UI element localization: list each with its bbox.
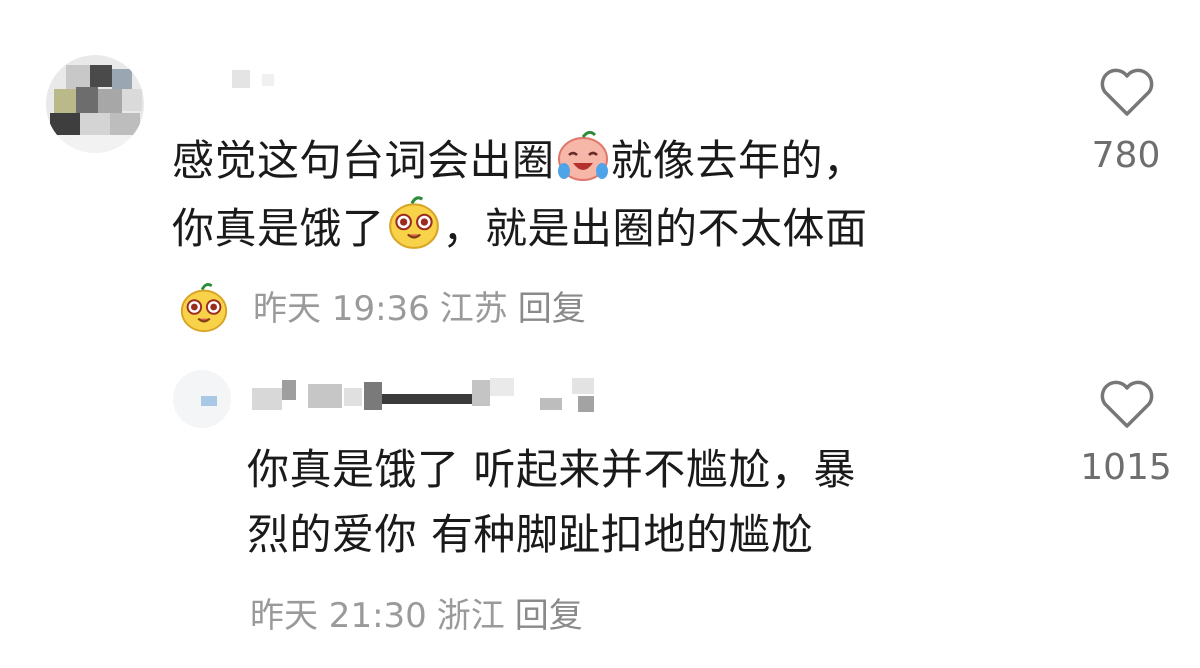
comment-time: 昨天 19:36 — [253, 289, 430, 329]
like-count: 1015 — [1080, 447, 1172, 488]
comment-location: 江苏 — [439, 289, 508, 329]
username-blurred[interactable] — [252, 378, 612, 412]
reply-button[interactable]: 回复 — [515, 596, 583, 636]
like-count: 780 — [1091, 135, 1161, 176]
username-blurred[interactable] — [232, 70, 342, 92]
avatar[interactable] — [46, 55, 144, 153]
comment-meta: 昨天 19:36 江苏 回复 — [177, 280, 596, 334]
comment-location: 浙江 — [436, 596, 505, 636]
avatar[interactable] — [173, 370, 231, 428]
hungry-peach-emoji — [388, 196, 439, 249]
comment-text: 感觉这句台词会出圈 就像去年的， 你真是饿了 ，就是出圈的不太体面 — [172, 127, 868, 261]
comment-text: 你真是饿了 听起来并不尴尬，暴 烈的爱你 有种脚趾扣地的尴尬 — [247, 445, 856, 559]
comment-meta: 昨天 21:30 浙江 回复 — [250, 588, 593, 637]
comment-time: 昨天 21:30 — [250, 596, 427, 636]
hungry-peach-emoji — [180, 283, 228, 333]
heart-outline-icon[interactable] — [1099, 68, 1155, 118]
laughing-crying-peach-emoji — [557, 130, 608, 181]
heart-outline-icon[interactable] — [1099, 380, 1155, 430]
reply-button[interactable]: 回复 — [518, 289, 586, 329]
